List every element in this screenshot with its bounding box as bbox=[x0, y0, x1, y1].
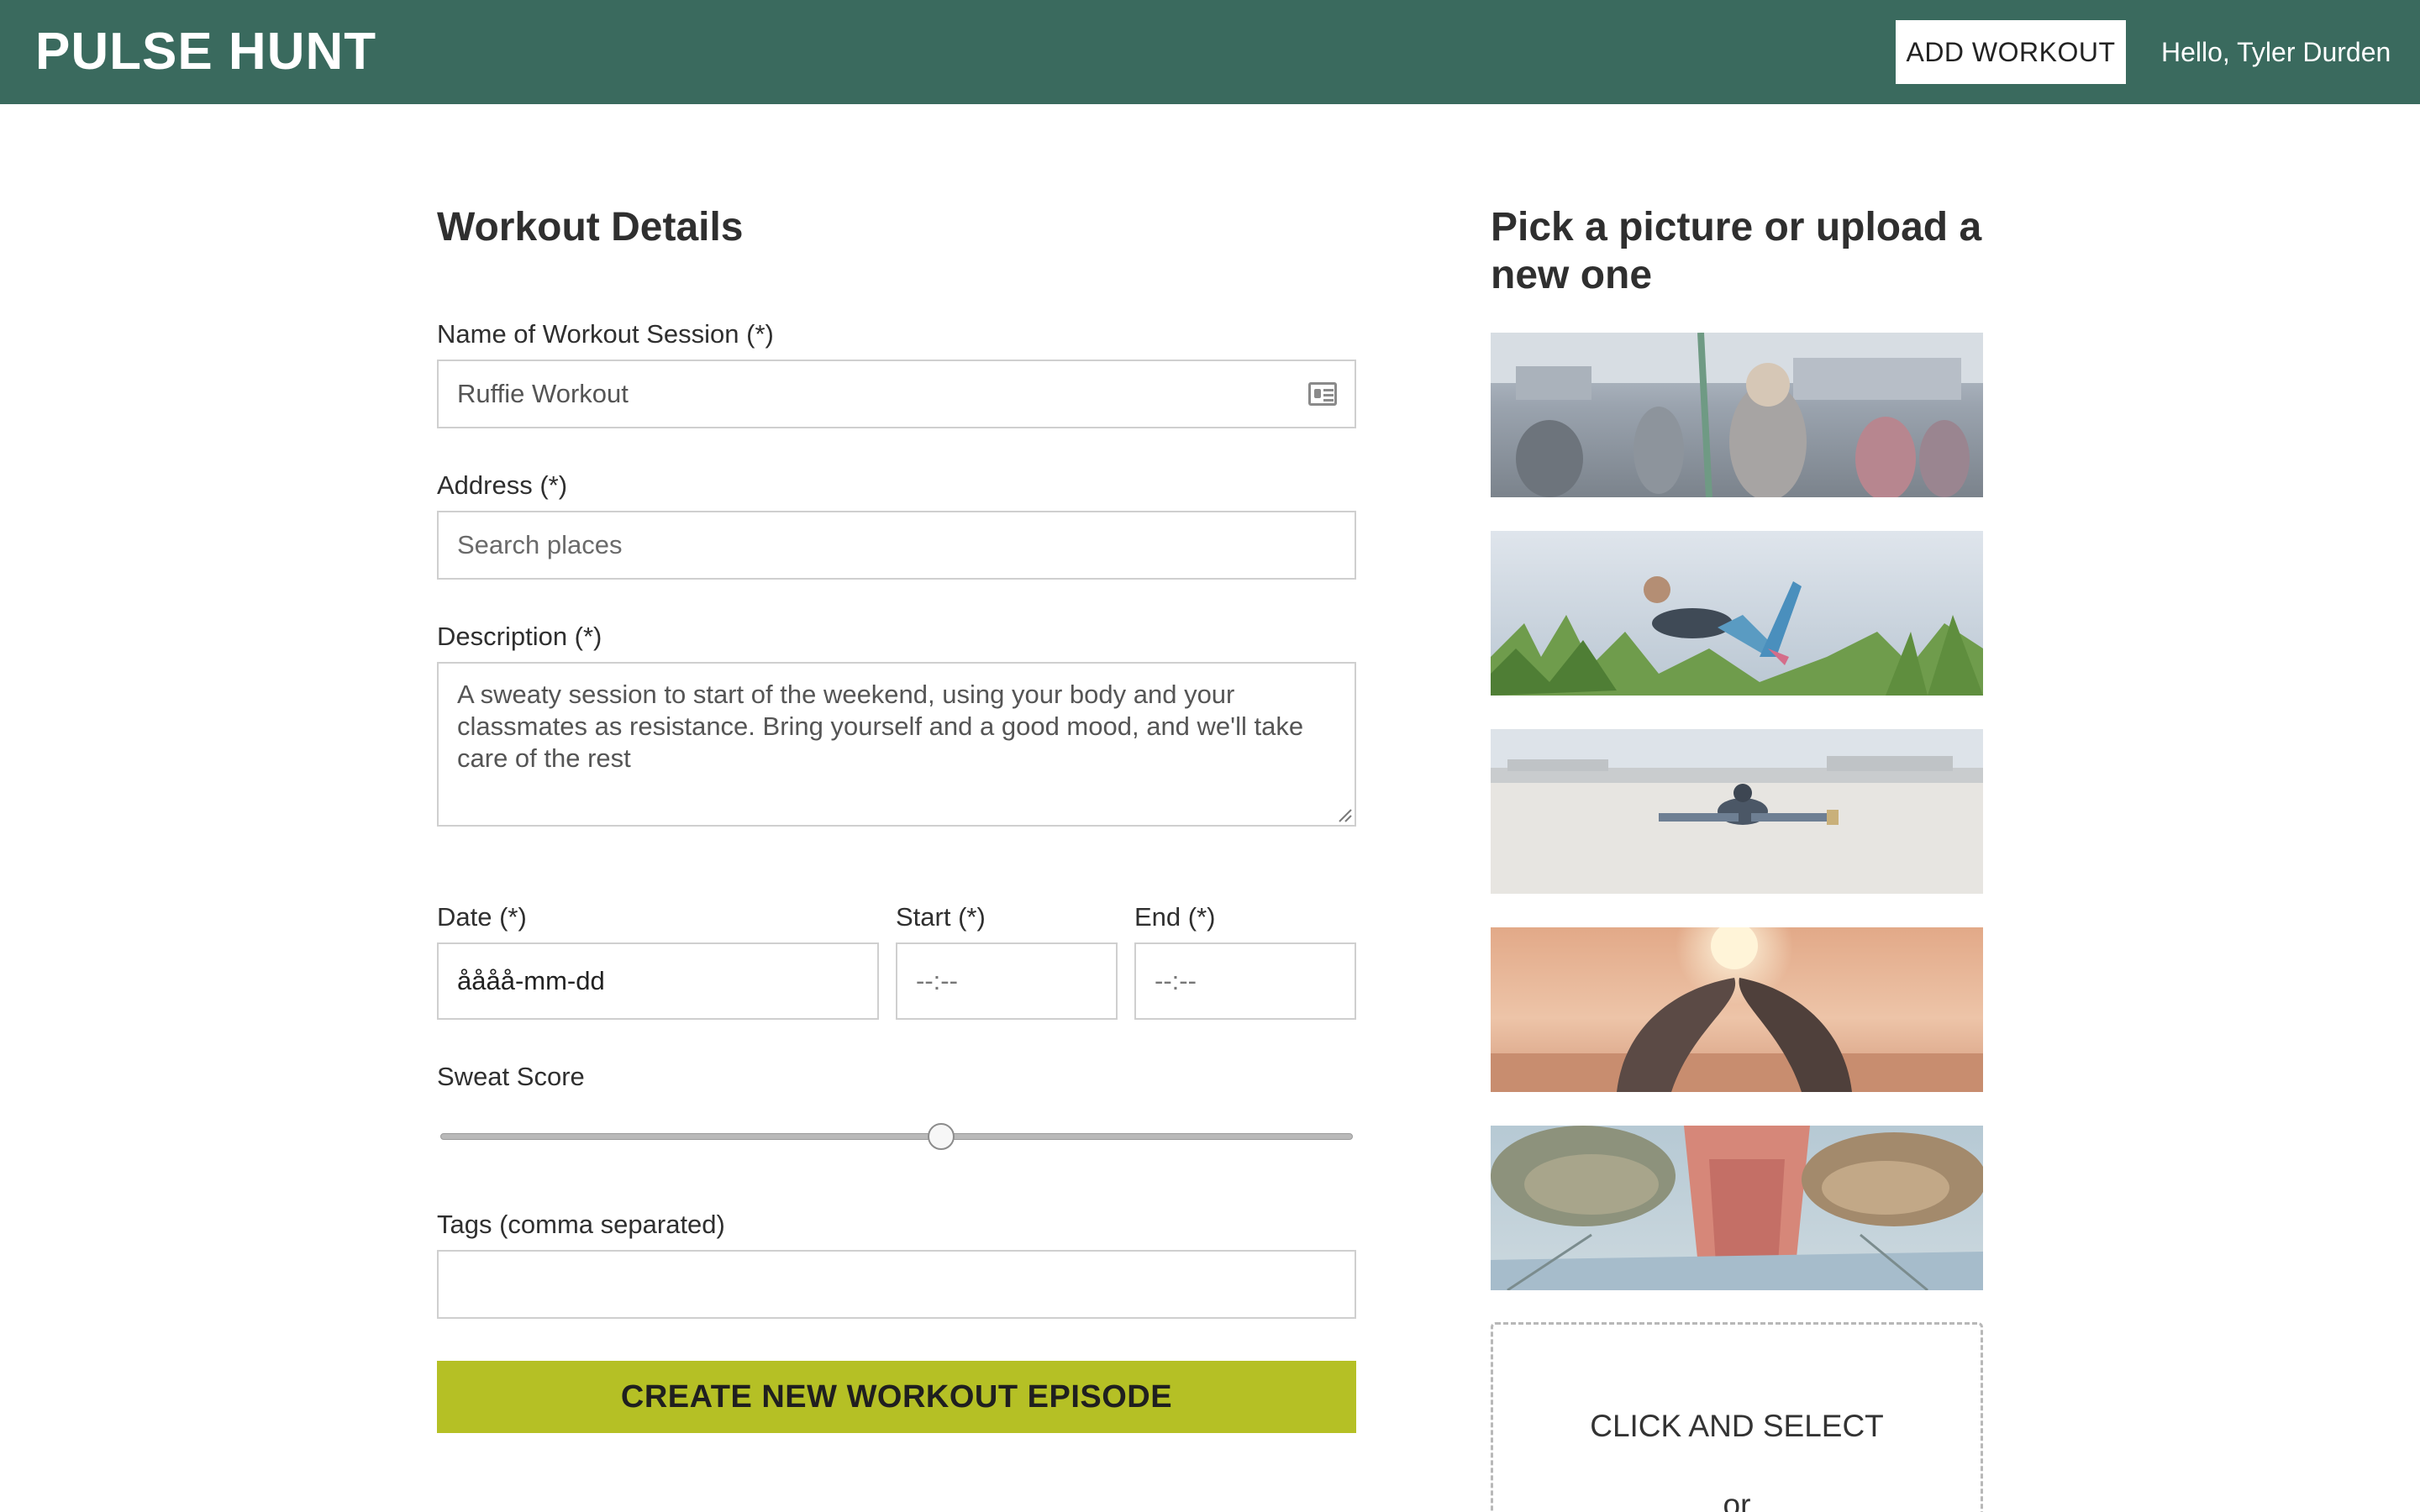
date-label: Date (*) bbox=[437, 902, 527, 932]
gym-class-photo[interactable] bbox=[1491, 333, 1983, 497]
top-navigation-bar: PULSE HUNT ADD WORKOUT Hello, Tyler Durd… bbox=[0, 0, 2420, 104]
workout-details-heading: Workout Details bbox=[437, 205, 744, 249]
sunset-partner-stretch-photo[interactable] bbox=[1491, 927, 1983, 1092]
end-time-label: End (*) bbox=[1134, 902, 1216, 932]
textarea-resize-handle[interactable] bbox=[1338, 808, 1353, 823]
rooftop-stretch-photo-image bbox=[1491, 729, 1983, 894]
sunset-partner-stretch-photo-image bbox=[1491, 927, 1983, 1092]
end-time-input[interactable] bbox=[1134, 942, 1356, 1020]
gym-class-photo-image bbox=[1491, 333, 1983, 497]
workout-name-input[interactable] bbox=[437, 360, 1356, 428]
description-label: Description (*) bbox=[437, 622, 602, 651]
start-time-label: Start (*) bbox=[896, 902, 986, 932]
running-shoes-photo-image bbox=[1491, 1126, 1983, 1290]
contact-card-icon[interactable] bbox=[1308, 382, 1337, 406]
brand-logo[interactable]: PULSE HUNT bbox=[35, 18, 376, 86]
upload-or-label: or bbox=[1723, 1488, 1751, 1512]
sweat-score-slider[interactable] bbox=[440, 1133, 1353, 1140]
running-shoes-photo[interactable] bbox=[1491, 1126, 1983, 1290]
workout-name-label: Name of Workout Session (*) bbox=[437, 319, 774, 349]
description-textarea[interactable] bbox=[437, 662, 1356, 827]
address-search-input[interactable] bbox=[437, 511, 1356, 580]
sweat-score-label: Sweat Score bbox=[437, 1062, 585, 1091]
upload-click-select-label: CLICK AND SELECT bbox=[1590, 1409, 1884, 1443]
address-label: Address (*) bbox=[437, 470, 568, 500]
outdoor-yoga-stretch-photo[interactable] bbox=[1491, 531, 1983, 696]
sweat-score-slider-thumb[interactable] bbox=[927, 1123, 955, 1150]
start-time-input[interactable] bbox=[896, 942, 1118, 1020]
pick-picture-heading: Pick a picture or upload a new one bbox=[1491, 205, 1982, 297]
user-greeting[interactable]: Hello, Tyler Durden bbox=[2161, 20, 2391, 84]
rooftop-stretch-photo[interactable] bbox=[1491, 729, 1983, 894]
create-workout-button[interactable]: CREATE NEW WORKOUT EPISODE bbox=[437, 1361, 1356, 1433]
outdoor-yoga-stretch-photo-image bbox=[1491, 531, 1983, 696]
add-workout-button[interactable]: ADD WORKOUT bbox=[1896, 20, 2126, 84]
date-input[interactable] bbox=[437, 942, 879, 1020]
upload-picture-dropzone[interactable]: CLICK AND SELECT or bbox=[1491, 1322, 1983, 1512]
tags-input[interactable] bbox=[437, 1250, 1356, 1319]
tags-label: Tags (comma separated) bbox=[437, 1210, 725, 1239]
